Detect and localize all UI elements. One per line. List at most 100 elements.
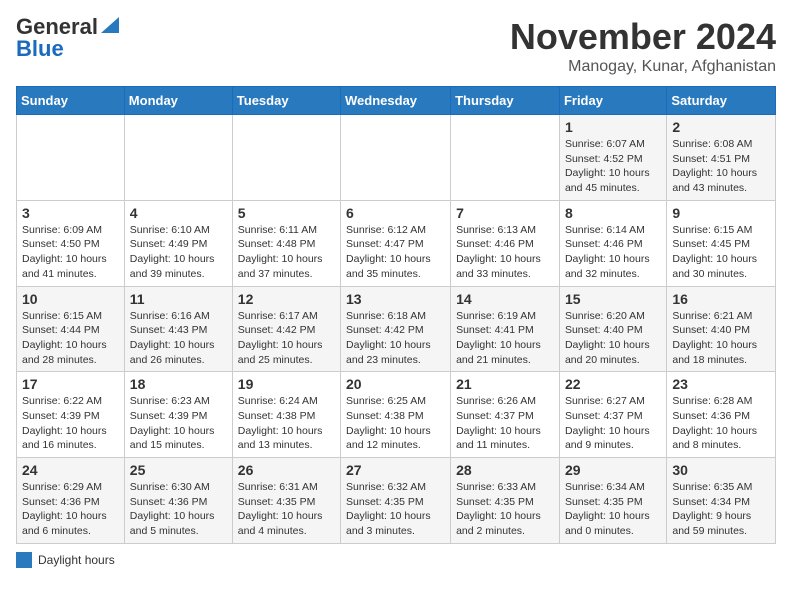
footer-color-box — [16, 552, 32, 568]
calendar-cell: 17 Sunrise: 6:22 AMSunset: 4:39 PMDayligh… — [17, 372, 125, 458]
day-info: Sunrise: 6:15 AMSunset: 4:45 PMDaylight:… — [672, 223, 770, 282]
calendar-cell: 7 Sunrise: 6:13 AMSunset: 4:46 PMDaylight… — [451, 200, 560, 286]
day-number: 19 — [238, 376, 335, 392]
day-number: 8 — [565, 205, 661, 221]
calendar-cell: 30 Sunrise: 6:35 AMSunset: 4:34 PMDayligh… — [667, 458, 776, 544]
day-number: 13 — [346, 291, 445, 307]
day-info: Sunrise: 6:26 AMSunset: 4:37 PMDaylight:… — [456, 394, 554, 453]
day-info: Sunrise: 6:28 AMSunset: 4:36 PMDaylight:… — [672, 394, 770, 453]
day-info: Sunrise: 6:19 AMSunset: 4:41 PMDaylight:… — [456, 309, 554, 368]
calendar-cell: 29 Sunrise: 6:34 AMSunset: 4:35 PMDayligh… — [559, 458, 666, 544]
calendar-cell: 15Sunrise: 6:20 AMSunset: 4:40 PMDayligh… — [559, 286, 666, 372]
calendar-cell: 1 Sunrise: 6:07 AMSunset: 4:52 PMDaylight… — [559, 115, 666, 201]
day-number: 25 — [130, 462, 227, 478]
calendar-cell: 20 Sunrise: 6:25 AMSunset: 4:38 PMDayligh… — [341, 372, 451, 458]
calendar-cell: 12Sunrise: 6:17 AMSunset: 4:42 PMDayligh… — [232, 286, 340, 372]
calendar-cell: 19 Sunrise: 6:24 AMSunset: 4:38 PMDayligh… — [232, 372, 340, 458]
day-info: Sunrise: 6:30 AMSunset: 4:36 PMDaylight:… — [130, 480, 227, 539]
day-number: 20 — [346, 376, 445, 392]
day-number: 11 — [130, 291, 227, 307]
day-info: Sunrise: 6:12 AMSunset: 4:47 PMDaylight:… — [346, 223, 445, 282]
day-number: 28 — [456, 462, 554, 478]
calendar-cell: 9 Sunrise: 6:15 AMSunset: 4:45 PMDaylight… — [667, 200, 776, 286]
day-info: Sunrise: 6:34 AMSunset: 4:35 PMDaylight:… — [565, 480, 661, 539]
day-info: Sunrise: 6:07 AMSunset: 4:52 PMDaylight:… — [565, 137, 661, 196]
day-number: 1 — [565, 119, 661, 135]
calendar-cell: 10 Sunrise: 6:15 AMSunset: 4:44 PMDayligh… — [17, 286, 125, 372]
calendar-cell — [341, 115, 451, 201]
day-info: Sunrise: 6:23 AMSunset: 4:39 PMDaylight:… — [130, 394, 227, 453]
day-number: 23 — [672, 376, 770, 392]
calendar-header-thursday: Thursday — [451, 87, 560, 115]
day-info: Sunrise: 6:11 AMSunset: 4:48 PMDaylight:… — [238, 223, 335, 282]
calendar-cell — [451, 115, 560, 201]
calendar-header-tuesday: Tuesday — [232, 87, 340, 115]
calendar-header-saturday: Saturday — [667, 87, 776, 115]
calendar-cell: 24 Sunrise: 6:29 AMSunset: 4:36 PMDayligh… — [17, 458, 125, 544]
footer-note: Daylight hours — [16, 552, 776, 568]
day-number: 22 — [565, 376, 661, 392]
day-number: 18 — [130, 376, 227, 392]
calendar-cell: 16Sunrise: 6:21 AMSunset: 4:40 PMDayligh… — [667, 286, 776, 372]
day-number: 24 — [22, 462, 119, 478]
day-info: Sunrise: 6:10 AMSunset: 4:49 PMDaylight:… — [130, 223, 227, 282]
calendar-cell: 3 Sunrise: 6:09 AMSunset: 4:50 PMDaylight… — [17, 200, 125, 286]
calendar-table: SundayMondayTuesdayWednesdayThursdayFrid… — [16, 86, 776, 544]
calendar-cell: 4 Sunrise: 6:10 AMSunset: 4:49 PMDaylight… — [124, 200, 232, 286]
day-info: Sunrise: 6:25 AMSunset: 4:38 PMDaylight:… — [346, 394, 445, 453]
day-info: Sunrise: 6:13 AMSunset: 4:46 PMDaylight:… — [456, 223, 554, 282]
footer-label: Daylight hours — [38, 553, 115, 567]
day-info: Sunrise: 6:14 AMSunset: 4:46 PMDaylight:… — [565, 223, 661, 282]
calendar-cell: 27Sunrise: 6:32 AMSunset: 4:35 PMDayligh… — [341, 458, 451, 544]
day-number: 14 — [456, 291, 554, 307]
calendar-header-sunday: Sunday — [17, 87, 125, 115]
calendar-header: SundayMondayTuesdayWednesdayThursdayFrid… — [17, 87, 776, 115]
calendar-cell: 22 Sunrise: 6:27 AMSunset: 4:37 PMDayligh… — [559, 372, 666, 458]
day-info: Sunrise: 6:29 AMSunset: 4:36 PMDaylight:… — [22, 480, 119, 539]
calendar-header-friday: Friday — [559, 87, 666, 115]
day-number: 16 — [672, 291, 770, 307]
day-number: 17 — [22, 376, 119, 392]
day-info: Sunrise: 6:20 AMSunset: 4:40 PMDaylight:… — [565, 309, 661, 368]
calendar-cell: 28 Sunrise: 6:33 AMSunset: 4:35 PMDayligh… — [451, 458, 560, 544]
day-info: Sunrise: 6:08 AMSunset: 4:51 PMDaylight:… — [672, 137, 770, 196]
day-info: Sunrise: 6:24 AMSunset: 4:38 PMDaylight:… — [238, 394, 335, 453]
day-info: Sunrise: 6:09 AMSunset: 4:50 PMDaylight:… — [22, 223, 119, 282]
calendar-cell — [232, 115, 340, 201]
calendar-cell: 18 Sunrise: 6:23 AMSunset: 4:39 PMDayligh… — [124, 372, 232, 458]
logo-icon — [101, 17, 119, 33]
calendar-header-wednesday: Wednesday — [341, 87, 451, 115]
calendar-cell: 11Sunrise: 6:16 AMSunset: 4:43 PMDayligh… — [124, 286, 232, 372]
page-title: November 2024 — [510, 16, 776, 58]
day-number: 7 — [456, 205, 554, 221]
day-number: 3 — [22, 205, 119, 221]
calendar-cell: 21 Sunrise: 6:26 AMSunset: 4:37 PMDayligh… — [451, 372, 560, 458]
day-info: Sunrise: 6:15 AMSunset: 4:44 PMDaylight:… — [22, 309, 119, 368]
day-number: 9 — [672, 205, 770, 221]
day-info: Sunrise: 6:27 AMSunset: 4:37 PMDaylight:… — [565, 394, 661, 453]
day-info: Sunrise: 6:31 AMSunset: 4:35 PMDaylight:… — [238, 480, 335, 539]
day-info: Sunrise: 6:33 AMSunset: 4:35 PMDaylight:… — [456, 480, 554, 539]
logo-blue-text: Blue — [16, 38, 64, 60]
day-info: Sunrise: 6:35 AMSunset: 4:34 PMDaylight:… — [672, 480, 770, 539]
calendar-cell: 25 Sunrise: 6:30 AMSunset: 4:36 PMDayligh… — [124, 458, 232, 544]
calendar-cell — [124, 115, 232, 201]
calendar-cell — [17, 115, 125, 201]
calendar-cell: 26Sunrise: 6:31 AMSunset: 4:35 PMDayligh… — [232, 458, 340, 544]
day-number: 29 — [565, 462, 661, 478]
day-info: Sunrise: 6:17 AMSunset: 4:42 PMDaylight:… — [238, 309, 335, 368]
day-number: 5 — [238, 205, 335, 221]
day-number: 30 — [672, 462, 770, 478]
calendar-header-monday: Monday — [124, 87, 232, 115]
day-number: 21 — [456, 376, 554, 392]
title-area: November 2024 Manogay, Kunar, Afghanista… — [510, 16, 776, 76]
calendar-cell: 14 Sunrise: 6:19 AMSunset: 4:41 PMDayligh… — [451, 286, 560, 372]
day-number: 10 — [22, 291, 119, 307]
page-subtitle: Manogay, Kunar, Afghanistan — [510, 58, 776, 76]
day-number: 4 — [130, 205, 227, 221]
day-number: 6 — [346, 205, 445, 221]
header: General Blue November 2024 Manogay, Kuna… — [16, 16, 776, 76]
day-info: Sunrise: 6:32 AMSunset: 4:35 PMDaylight:… — [346, 480, 445, 539]
day-info: Sunrise: 6:22 AMSunset: 4:39 PMDaylight:… — [22, 394, 119, 453]
calendar-cell: 5 Sunrise: 6:11 AMSunset: 4:48 PMDaylight… — [232, 200, 340, 286]
